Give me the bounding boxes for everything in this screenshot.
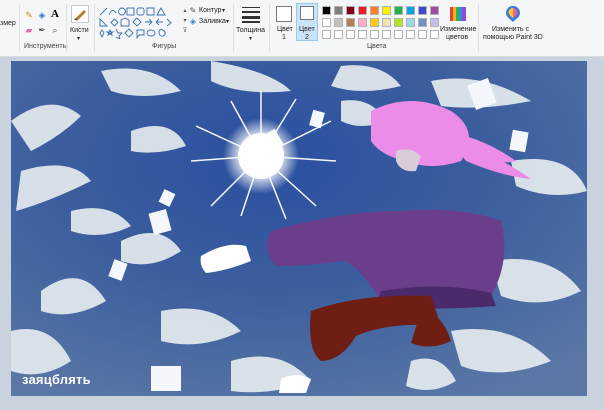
palette-swatch[interactable] [406,30,415,39]
color2-swatch[interactable] [300,6,314,20]
color1-label-line1[interactable]: Цвет [277,26,293,34]
thickness-label[interactable]: Толщина [236,27,265,35]
palette-swatch[interactable] [394,18,403,27]
palette-swatch[interactable] [394,30,403,39]
shapes-group-label: Фигуры [152,43,177,50]
separator [233,4,234,52]
artwork-image [11,61,587,396]
brushes-label[interactable]: Кисти [70,27,89,35]
fill-dropdown[interactable]: Заливка [199,18,226,26]
color2-label-line1[interactable]: Цвет [299,26,315,34]
palette-swatch[interactable] [334,30,343,39]
palette-swatch[interactable] [346,18,355,27]
eraser-icon[interactable]: ▰ [24,25,34,35]
drawing-canvas[interactable] [11,61,587,396]
magnifier-icon[interactable]: ⌕ [50,25,60,35]
palette-swatch[interactable] [430,6,439,15]
pencil-icon[interactable]: ✎ [24,10,34,20]
separator [66,4,67,52]
paint3d-label-line1[interactable]: Изменить с [492,26,529,34]
palette-swatch[interactable] [406,6,415,15]
ribbon: змер ✎ ◈ A ▰ ✒ ⌕ Инструменты Кисти ▾ ▴ ▾… [0,0,604,57]
palette-swatch[interactable] [430,30,439,39]
palette-swatch[interactable] [358,18,367,27]
palette-swatch[interactable] [370,18,379,27]
canvas-workspace: заяцблять [0,57,604,410]
fill-icon: ◈ [189,17,197,26]
color-picker-icon[interactable]: ✒ [37,25,47,35]
palette-swatch[interactable] [370,6,379,15]
palette-swatch[interactable] [334,6,343,15]
palette-swatch[interactable] [346,6,355,15]
edit-colors-label-line1[interactable]: Изменение [440,26,476,34]
palette-swatch[interactable] [406,18,415,27]
tools-group-label: Инструменты [24,43,68,50]
edit-colors-icon[interactable] [449,6,467,22]
palette-swatch[interactable] [358,30,367,39]
palette-swatch[interactable] [358,6,367,15]
palette-swatch[interactable] [394,6,403,15]
palette-swatch[interactable] [418,30,427,39]
palette-swatch[interactable] [418,6,427,15]
palette-swatch[interactable] [418,18,427,27]
thickness-icon[interactable] [240,4,262,24]
palette-swatch[interactable] [382,18,391,27]
palette-swatch[interactable] [346,30,355,39]
palette-swatch[interactable] [322,6,331,15]
resize-label[interactable]: змер [0,20,16,28]
palette-swatch[interactable] [382,30,391,39]
separator [19,4,20,52]
palette-swatch[interactable] [430,18,439,27]
colors-group-label: Цвета [367,43,387,50]
paint3d-label-line2[interactable]: помощью Paint 3D [483,34,543,42]
color1-swatch[interactable] [276,6,292,22]
palette-swatch[interactable] [370,30,379,39]
palette-swatch[interactable] [322,30,331,39]
watermark-text: заяцблять [22,372,91,387]
color2-label-line2[interactable]: 2 [305,34,309,42]
palette-swatch[interactable] [334,18,343,27]
separator [94,4,95,52]
chevron-down-icon[interactable]: ▾ [77,35,80,43]
gallery-expand-icon[interactable]: ⊽ [180,26,190,36]
color1-label-line2[interactable]: 1 [282,34,286,42]
edit-colors-label-line2[interactable]: цветов [446,34,468,42]
brushes-icon[interactable] [71,5,89,23]
outline-icon: ✎ [189,6,197,15]
chevron-down-icon[interactable]: ▾ [249,35,252,43]
fill-bucket-icon[interactable]: ◈ [37,10,47,20]
separator [478,4,479,52]
text-tool-icon[interactable]: A [50,9,60,20]
separator [269,4,270,52]
palette-swatch[interactable] [322,18,331,27]
chevron-down-icon[interactable]: ▾ [226,18,229,26]
chevron-down-icon[interactable]: ▾ [222,7,225,15]
outline-dropdown[interactable]: Контур [199,7,221,15]
palette-swatch[interactable] [382,6,391,15]
paint3d-icon[interactable] [505,5,521,23]
